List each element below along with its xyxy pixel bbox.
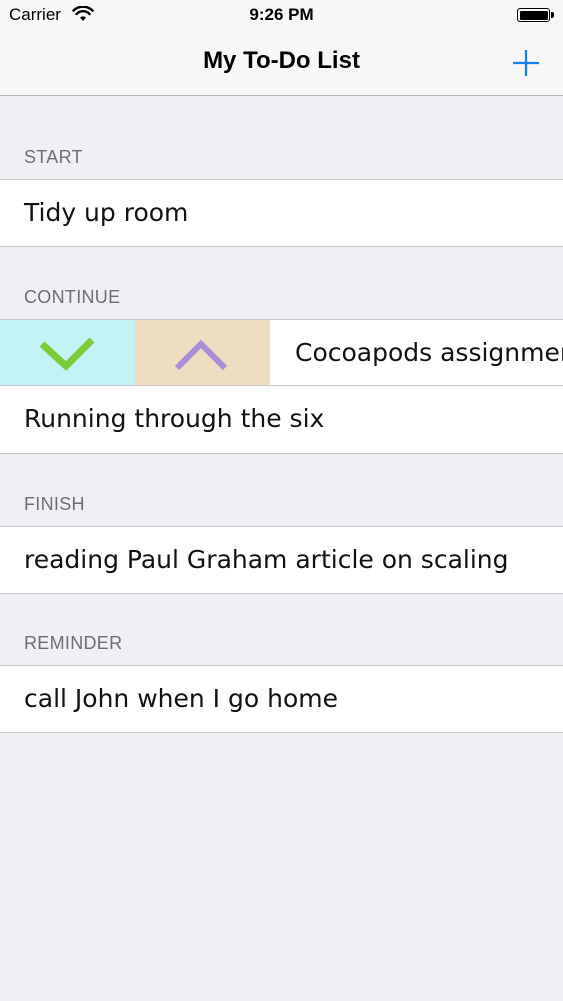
list-item-label: Cocoapods assignment <box>295 338 563 367</box>
status-time: 9:26 PM <box>249 5 314 24</box>
list-item[interactable]: Running through the six <box>0 386 563 454</box>
section-header-reminder: REMINDER <box>24 633 123 653</box>
list-item-label: reading Paul Graham article on scaling <box>24 545 509 574</box>
list-item-label: call John when I go home <box>24 684 338 713</box>
list-item[interactable]: call John when I go home <box>0 665 563 733</box>
move-up-action[interactable] <box>135 320 270 386</box>
battery-icon <box>517 8 550 22</box>
chevron-up-icon <box>174 339 228 371</box>
checkmark-icon <box>39 337 95 371</box>
list-item-swiped[interactable]: Cocoapods assignment <box>0 319 563 386</box>
section-header-start: START <box>24 147 83 167</box>
list-item-label: Tidy up room <box>24 198 189 227</box>
page-title: My To-Do List <box>203 47 360 74</box>
list-item[interactable]: Tidy up room <box>0 179 563 247</box>
navigation-bar: My To-Do List <box>0 30 563 96</box>
battery-tip <box>551 12 554 18</box>
plus-icon <box>513 50 539 76</box>
list-item[interactable]: reading Paul Graham article on scaling <box>0 526 563 594</box>
status-bar: Carrier 9:26 PM <box>0 0 563 30</box>
section-header-continue: CONTINUE <box>24 287 121 307</box>
mark-done-action[interactable] <box>0 320 135 386</box>
list-item-label: Running through the six <box>24 404 325 433</box>
add-item-button[interactable] <box>506 43 546 83</box>
section-header-finish: FINISH <box>24 494 85 514</box>
